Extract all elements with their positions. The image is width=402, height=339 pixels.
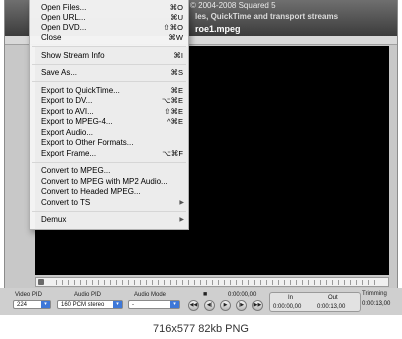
menu-item-label: Save As... (41, 68, 78, 77)
menu-item-shortcut: ⌘W (168, 33, 183, 42)
submenu-arrow-icon: ▶ (179, 217, 184, 223)
step-forward-button[interactable]: |▶ (236, 300, 247, 311)
menu-item-open-dvd[interactable]: Open DVD... ⇧⌘O (30, 23, 188, 33)
submenu-arrow-icon: ▶ (179, 200, 184, 206)
audio-pid-value: 160 PCM stereo (61, 302, 105, 308)
video-pid-label: Video PID (15, 292, 42, 298)
audio-pid-select[interactable]: 160 PCM stereo ▾ (57, 300, 123, 309)
menu-item-label: Export to MPEG-4... (41, 117, 113, 126)
copyright-text: © 2004-2008 Squared 5 (190, 1, 276, 10)
menu-item-label: Export Audio... (41, 128, 94, 137)
chevron-down-icon: ▾ (170, 301, 179, 308)
menu-item-export-frame[interactable]: Export Frame... ⌥⌘F (30, 149, 188, 159)
timeline-ticks (56, 280, 378, 285)
menu-item-save-as[interactable]: Save As... ⌘S (30, 68, 188, 78)
menu-item-label: Export to AVI... (41, 107, 94, 116)
play-icon: ▶ (223, 302, 228, 308)
menu-item-label: Open Files... (41, 3, 87, 12)
menu-item-convert-headed-mpeg[interactable]: Convert to Headed MPEG... (30, 187, 188, 197)
menu-item-label: Open URL... (41, 13, 86, 22)
menu-separator (32, 211, 186, 212)
app-subtitle: les, QuickTime and transport streams (195, 12, 339, 21)
menu-item-export-other-formats[interactable]: Export to Other Formats... (30, 138, 188, 148)
rewind-icon: ◀◀ (189, 302, 198, 308)
menu-item-label: Open DVD... (41, 23, 87, 32)
menu-item-convert-mpeg-mp2[interactable]: Convert to MPEG with MP2 Audio... (30, 177, 188, 187)
audio-mode-label: Audio Mode (134, 292, 167, 298)
chevron-down-icon: ▾ (41, 301, 50, 308)
menu-item-label: Export to DV... (41, 96, 93, 105)
menu-item-shortcut: ⌘O (169, 3, 183, 12)
video-pid-value: 224 (17, 302, 28, 308)
menu-item-label: Show Stream Info (41, 51, 105, 60)
playhead-handle[interactable] (38, 279, 44, 285)
chevron-down-icon: ▾ (113, 301, 122, 308)
play-button[interactable]: ▶ (220, 300, 231, 311)
menu-item-export-dv[interactable]: Export to DV... ⌥⌘E (30, 96, 188, 106)
audio-pid-label: Audio PID (74, 292, 102, 298)
control-bar: Video PID 224 ▾ Audio PID 160 PCM stereo… (0, 288, 402, 315)
menu-item-convert-mpeg[interactable]: Convert to MPEG... (30, 166, 188, 176)
in-out-box: In Out 0:00:00,00 0:00:13,00 (269, 292, 361, 312)
audio-mode-select[interactable]: - ▾ (128, 300, 180, 309)
current-time: 0:00:00,00 (228, 292, 257, 298)
image-info-text: 716x577 82kb PNG (152, 323, 249, 335)
menu-item-export-quicktime[interactable]: Export to QuickTime... ⌘E (30, 86, 188, 96)
menu-item-label: Close (41, 33, 62, 42)
menu-separator (32, 81, 186, 82)
fast-forward-icon: ▶▶ (253, 302, 262, 308)
menu-item-close[interactable]: Close ⌘W (30, 33, 188, 43)
menu-item-open-url[interactable]: Open URL... ⌘U (30, 13, 188, 23)
menu-item-shortcut: ⌘S (170, 68, 183, 77)
menu-item-export-mpeg4[interactable]: Export to MPEG-4... ^⌘E (30, 117, 188, 127)
menu-separator (32, 162, 186, 163)
menu-item-label: Convert to MPEG... (41, 166, 111, 175)
step-back-icon: ◀| (206, 302, 213, 308)
trimming-label: Trimming (362, 291, 387, 297)
video-pid-select[interactable]: 224 ▾ (13, 300, 51, 309)
menu-item-label: Convert to MPEG with MP2 Audio... (41, 177, 168, 186)
menu-item-shortcut: ⌘E (170, 86, 183, 95)
in-time[interactable]: 0:00:00,00 (273, 304, 301, 310)
image-info-bar: 716x577 82kb PNG (0, 317, 402, 339)
out-label: Out (328, 295, 338, 301)
menu-item-label: Export to Other Formats... (41, 138, 134, 147)
step-forward-icon: |▶ (238, 302, 245, 308)
menu-item-label: Export to QuickTime... (41, 86, 120, 95)
menu-item-shortcut: ⌥⌘F (162, 149, 183, 158)
menu-item-label: Demux (41, 215, 67, 224)
menu-separator (32, 64, 186, 65)
menu-item-export-avi[interactable]: Export to AVI... ⇧⌘E (30, 107, 188, 117)
menu-item-show-stream-info[interactable]: Show Stream Info ⌘I (30, 51, 188, 61)
stop-indicator-icon: ■ (203, 291, 208, 298)
menu-item-shortcut: ⇧⌘O (163, 23, 183, 32)
file-menu: Open Files... ⌘O Open URL... ⌘U Open DVD..… (29, 0, 189, 230)
menu-item-shortcut: ⇧⌘E (164, 107, 183, 116)
menu-item-open-files[interactable]: Open Files... ⌘O (30, 3, 188, 13)
menu-item-shortcut: ⌘I (173, 51, 183, 60)
step-back-button[interactable]: ◀| (204, 300, 215, 311)
out-time[interactable]: 0:00:13,00 (317, 304, 345, 310)
rewind-button[interactable]: ◀◀ (188, 300, 199, 311)
file-name: roe1.mpeg (195, 24, 241, 34)
menu-item-shortcut: ⌘U (170, 13, 183, 22)
menu-item-export-audio[interactable]: Export Audio... (30, 128, 188, 138)
menu-item-demux[interactable]: Demux ▶ (30, 215, 188, 225)
audio-mode-value: - (132, 302, 134, 308)
screenshot-frame: © 2004-2008 Squared 5 les, QuickTime and… (0, 0, 402, 339)
menu-separator (32, 46, 186, 47)
menu-item-shortcut: ^⌘E (166, 117, 183, 126)
trimming-time: 0:00:13,00 (362, 301, 391, 307)
menu-item-convert-ts[interactable]: Convert to TS ▶ (30, 198, 188, 208)
menu-item-label: Convert to Headed MPEG... (41, 187, 141, 196)
menu-item-shortcut: ⌥⌘E (161, 96, 183, 105)
menu-item-label: Convert to TS (41, 198, 91, 207)
timeline-scrubber[interactable] (35, 277, 389, 287)
menu-item-label: Export Frame... (41, 149, 97, 158)
in-label: In (288, 295, 294, 301)
fast-forward-button[interactable]: ▶▶ (252, 300, 263, 311)
